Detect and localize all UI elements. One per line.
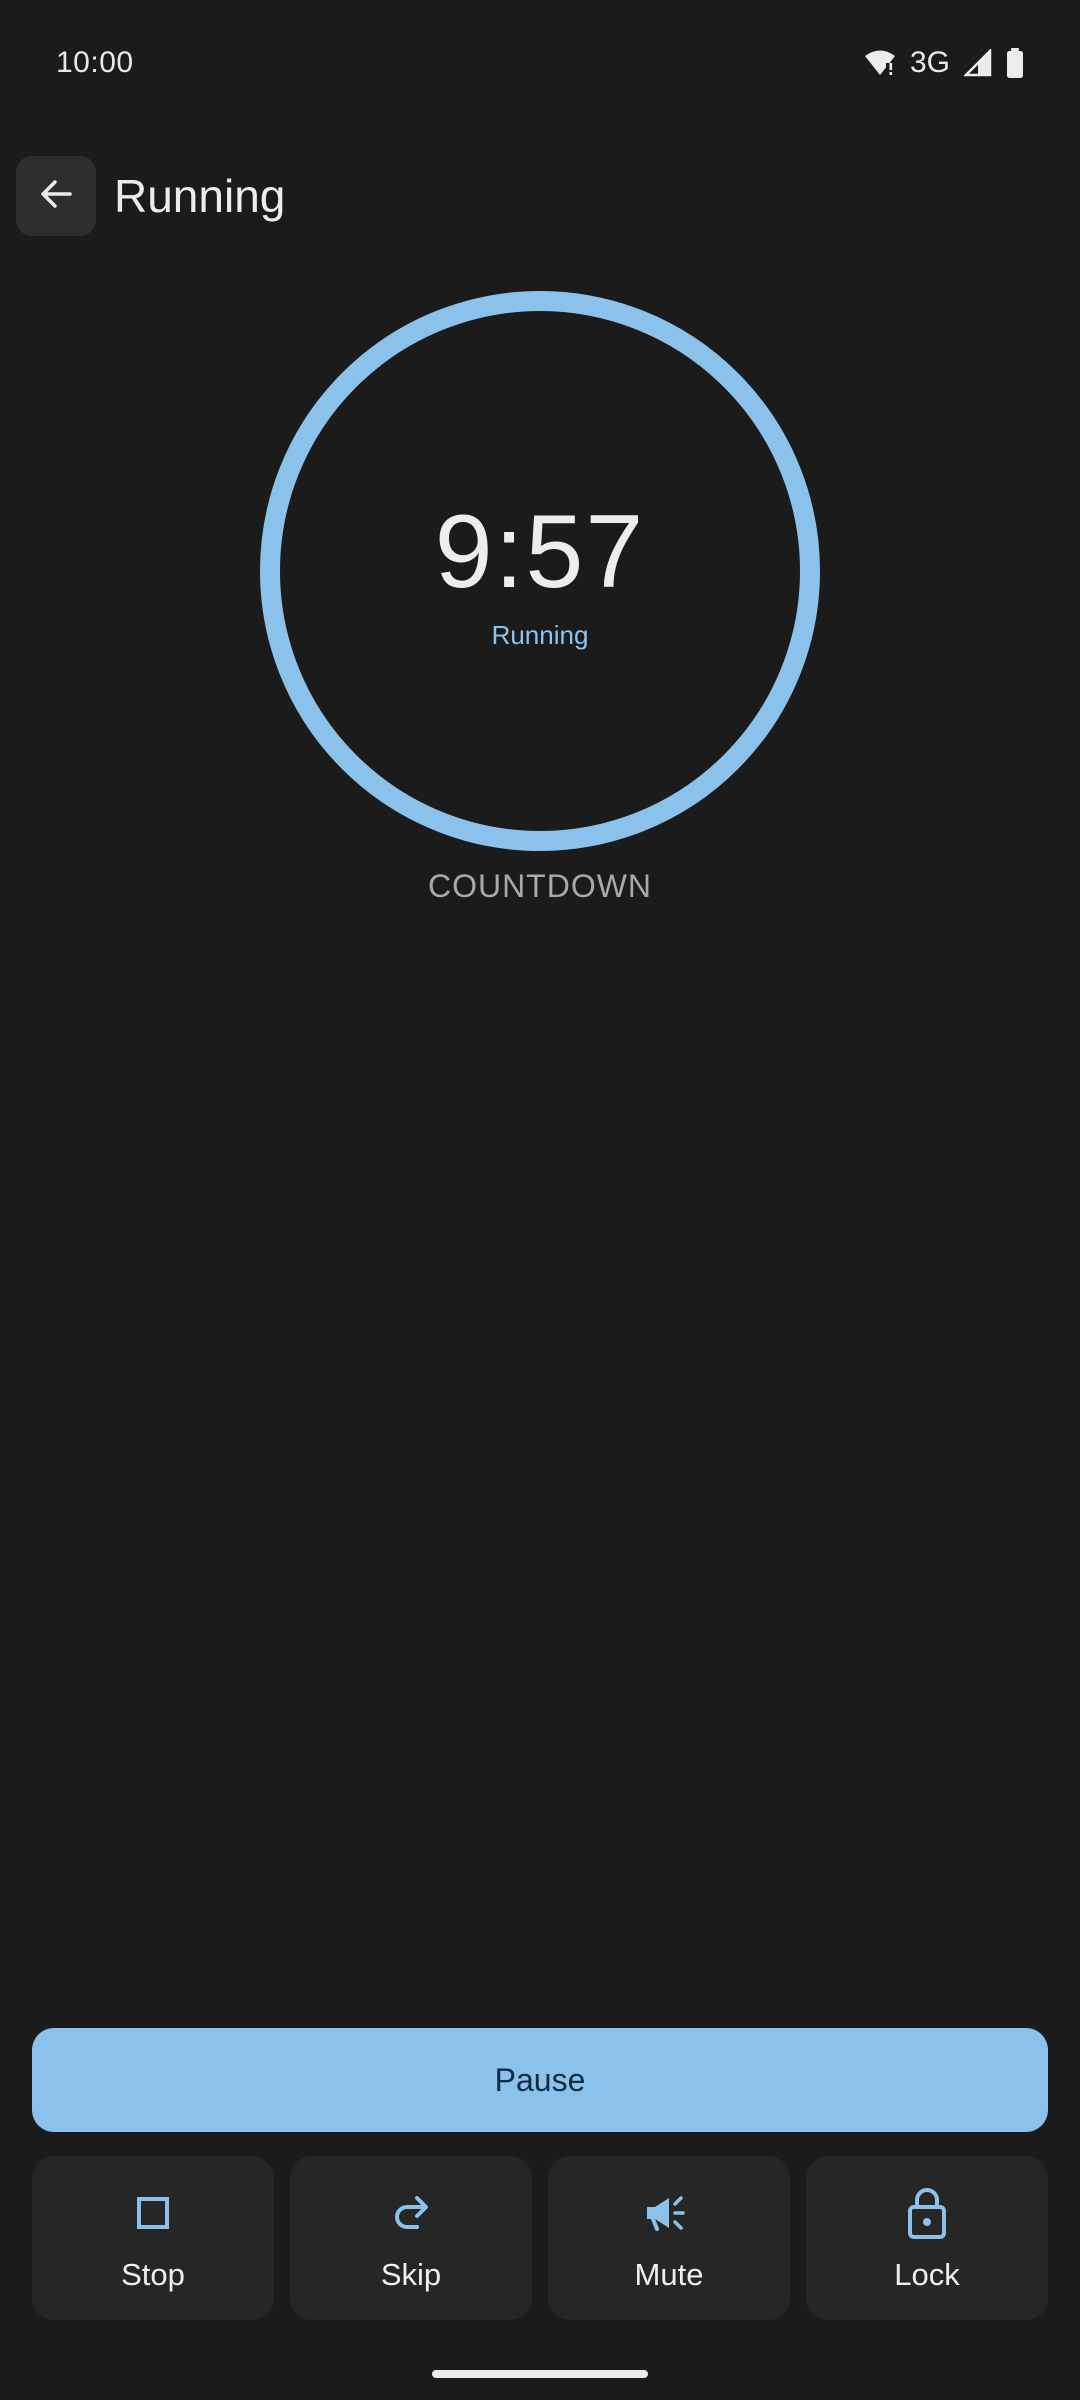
- signal-icon: [964, 49, 992, 77]
- pause-button-label: Pause: [494, 2061, 586, 2098]
- arrow-left-icon: [36, 174, 76, 219]
- redo-icon: [387, 2183, 435, 2243]
- status-bar: 10:00 3G: [0, 0, 1080, 130]
- mute-label: Mute: [634, 2257, 704, 2292]
- action-bar: Stop Skip Mute Lock: [32, 2156, 1048, 2320]
- skip-label: Skip: [380, 2257, 442, 2292]
- stop-icon: [131, 2183, 175, 2243]
- timer-mode-label: COUNTDOWN: [427, 868, 653, 904]
- skip-button[interactable]: Skip: [290, 2156, 532, 2320]
- status-time: 10:00: [56, 46, 134, 79]
- megaphone-icon: [641, 2183, 697, 2243]
- wifi-alert-icon: [864, 49, 896, 77]
- lock-button[interactable]: Lock: [806, 2156, 1048, 2320]
- network-type: 3G: [909, 46, 950, 79]
- stop-label: Stop: [121, 2257, 185, 2292]
- lock-icon: [905, 2183, 949, 2243]
- lock-label: Lock: [894, 2257, 960, 2292]
- timer-display: 9:57 Running: [259, 290, 821, 852]
- page-title: Running: [114, 170, 286, 222]
- timer-state: Running: [491, 619, 589, 650]
- timer-value: 9:57: [434, 493, 646, 610]
- mute-button[interactable]: Mute: [548, 2156, 790, 2320]
- battery-icon: [1006, 48, 1024, 78]
- app-header: Running: [16, 156, 285, 236]
- stop-button[interactable]: Stop: [32, 2156, 274, 2320]
- status-icons: 3G: [864, 46, 1024, 80]
- home-indicator[interactable]: [432, 2370, 648, 2378]
- back-button[interactable]: [16, 156, 96, 236]
- timer-ring: 9:57 Running: [259, 290, 821, 852]
- pause-button[interactable]: Pause: [32, 2028, 1048, 2132]
